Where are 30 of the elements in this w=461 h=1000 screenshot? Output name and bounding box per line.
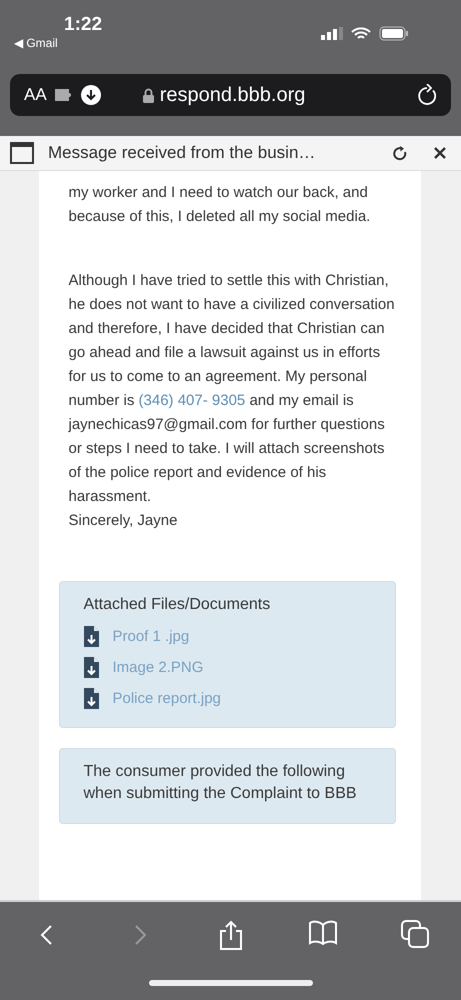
back-to-app-link[interactable]: ◀ Gmail [14,36,58,50]
tabs-icon[interactable] [401,920,430,948]
puzzle-icon[interactable] [54,89,73,101]
text-size-button[interactable]: AA [24,85,47,105]
battery-icon [379,26,409,41]
signature: Sincerely, Jayne [68,511,178,531]
wifi-icon [351,26,371,40]
consumer-info-title: The consumer provided the following when submitting the Complaint to BBB [84,762,358,804]
url-text[interactable]: respond.bbb.org [160,84,306,106]
close-icon[interactable] [433,146,447,160]
file-download-icon[interactable] [84,688,98,709]
refresh-icon[interactable] [393,146,407,160]
reload-icon[interactable] [417,84,437,106]
book-icon[interactable] [308,920,338,946]
signal-icon [321,27,343,40]
header-title: Message received from the busin… [48,143,316,163]
attachments-title: Attached Files/Documents [84,595,272,615]
file-link[interactable]: Police report.jpg [112,690,221,707]
file-link[interactable]: Proof 1 .jpg [112,628,190,645]
message-paragraph: Although I have tried to settle this with Christian, he does not want to have a civilized conversation and therefore, I have decided that Christian can go ahead and file a lawsuit against us in efforts for us to come to an agreement. My personal number is (346) 407- 9305 and my email is jaynechicas97@gmail.com for further questions or steps I need to take. I will attach screenshots of the police report and evidence of his harassment. [68,271,396,507]
message-paragraph: my worker and I need to watch our back, and because of this, I deleted all my social media. [68,183,372,227]
lock-icon [142,88,154,102]
download-icon[interactable] [80,85,101,105]
file-download-icon[interactable] [84,626,98,647]
clock-time: 1:22 [64,14,102,36]
window-icon [10,142,34,164]
file-download-icon[interactable] [84,657,98,678]
file-link[interactable]: Image 2.PNG [112,659,204,676]
share-icon[interactable] [218,920,244,950]
phone-link[interactable]: (346) 407- 9305 [138,392,246,409]
